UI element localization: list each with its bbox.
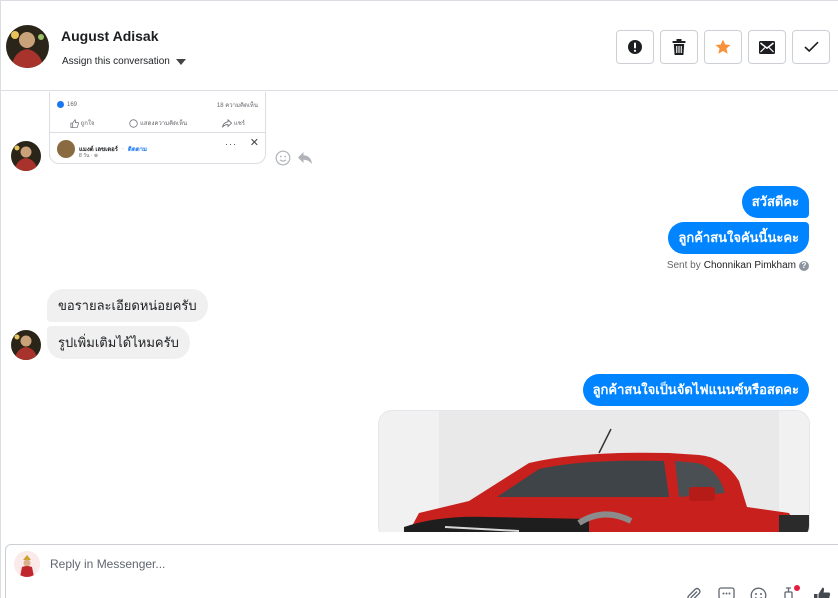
inbox-conversation: August Adisak Assign this conversation 1…	[0, 0, 838, 598]
post-stats: 169 18 ความคิดเห็น	[57, 100, 258, 110]
reply-input[interactable]	[50, 557, 650, 571]
conversation-actions	[616, 30, 830, 64]
more-options-icon: ···	[225, 139, 237, 149]
post-like-action: ถูกใจ	[70, 118, 94, 128]
post-comment-label: แสดงความคิดเห็น	[140, 121, 188, 127]
exclamation-circle-icon	[628, 40, 642, 54]
message-photo-red-pickup-truck[interactable]	[378, 410, 810, 532]
message-incoming[interactable]: รูปเพิ่มเติมได้ไหมครับ	[47, 326, 190, 359]
share-icon	[222, 118, 233, 128]
contact-avatar[interactable]	[6, 25, 49, 68]
reply-icon[interactable]	[297, 151, 313, 165]
star-icon	[715, 39, 731, 54]
delete-button[interactable]	[660, 30, 698, 64]
envelope-icon	[759, 40, 775, 54]
like-reaction-icon	[57, 101, 64, 109]
mark-done-button[interactable]	[792, 30, 830, 64]
post-actions: ถูกใจ แสดงความคิดเห็น แชร์	[70, 118, 245, 128]
shared-post-card[interactable]: 169 18 ความคิดเห็น ถูกใจ แสดงความคิดเห็น…	[49, 92, 266, 164]
emoji-react-icon[interactable]	[275, 150, 291, 166]
sent-by-name: Chonnikan Pimkham	[703, 260, 796, 271]
attach-button[interactable]	[684, 585, 704, 598]
post-comment-action: แสดงความคิดเห็น	[129, 118, 187, 128]
contact-avatar-small	[11, 330, 41, 360]
assign-label: Assign this conversation	[62, 56, 170, 67]
trash-icon	[672, 39, 686, 55]
message-incoming[interactable]: ขอรายละเอียดหน่อยครับ	[47, 289, 208, 322]
conversation-header: August Adisak Assign this conversation	[1, 1, 838, 91]
emoji-icon	[750, 587, 766, 598]
saved-reply-icon	[717, 587, 735, 598]
sent-by-prefix: Sent by	[666, 260, 701, 271]
contact-name[interactable]: August Adisak	[61, 28, 159, 44]
thumbs-up-icon	[70, 119, 79, 128]
post-share-label: แชร์	[233, 121, 245, 127]
send-like-button[interactable]	[812, 585, 832, 598]
divider	[50, 132, 265, 133]
close-icon: ✕	[249, 137, 259, 149]
caret-down-icon	[175, 58, 186, 65]
star-button[interactable]	[704, 30, 742, 64]
post-meta: 8 วัน · ⊕	[79, 153, 99, 159]
page-avatar	[14, 551, 40, 577]
like-icon	[814, 587, 831, 598]
notification-dot	[794, 585, 800, 591]
message-outgoing[interactable]: ลูกค้าสนใจคันนี้นะคะ	[668, 222, 809, 254]
reply-composer	[5, 544, 838, 598]
paperclip-icon	[687, 587, 701, 598]
saved-replies-button[interactable]	[716, 585, 736, 598]
post-share-action: แชร์	[222, 118, 245, 128]
contact-avatar-small	[11, 141, 41, 171]
comment-icon	[129, 119, 139, 128]
check-icon	[803, 41, 819, 53]
help-icon[interactable]: ?	[799, 260, 809, 271]
emoji-button[interactable]	[748, 585, 768, 598]
post-comment-count: 18 ความคิดเห็น	[216, 103, 258, 109]
sent-by-label: Sent by Chonnikan Pimkham ?	[667, 260, 809, 271]
mark-unread-button[interactable]	[748, 30, 786, 64]
mark-spam-button[interactable]	[616, 30, 654, 64]
message-thread[interactable]: 169 18 ความคิดเห็น ถูกใจ แสดงความคิดเห็น…	[1, 92, 838, 532]
assign-conversation-dropdown[interactable]: Assign this conversation	[62, 56, 186, 67]
automation-button[interactable]	[780, 585, 800, 598]
message-outgoing[interactable]: สวัสดีคะ	[741, 186, 809, 218]
composer-toolbar	[684, 585, 832, 598]
post-like-count: 169	[67, 102, 78, 109]
post-author-avatar	[57, 140, 75, 158]
dot-separator: ·	[121, 146, 124, 152]
post-follow-link: ติดตาม	[127, 147, 147, 153]
message-outgoing[interactable]: ลูกค้าสนใจเป็นจัดไฟแนนซ์หรือสดคะ	[582, 374, 809, 406]
post-like-label: ถูกใจ	[80, 121, 95, 127]
